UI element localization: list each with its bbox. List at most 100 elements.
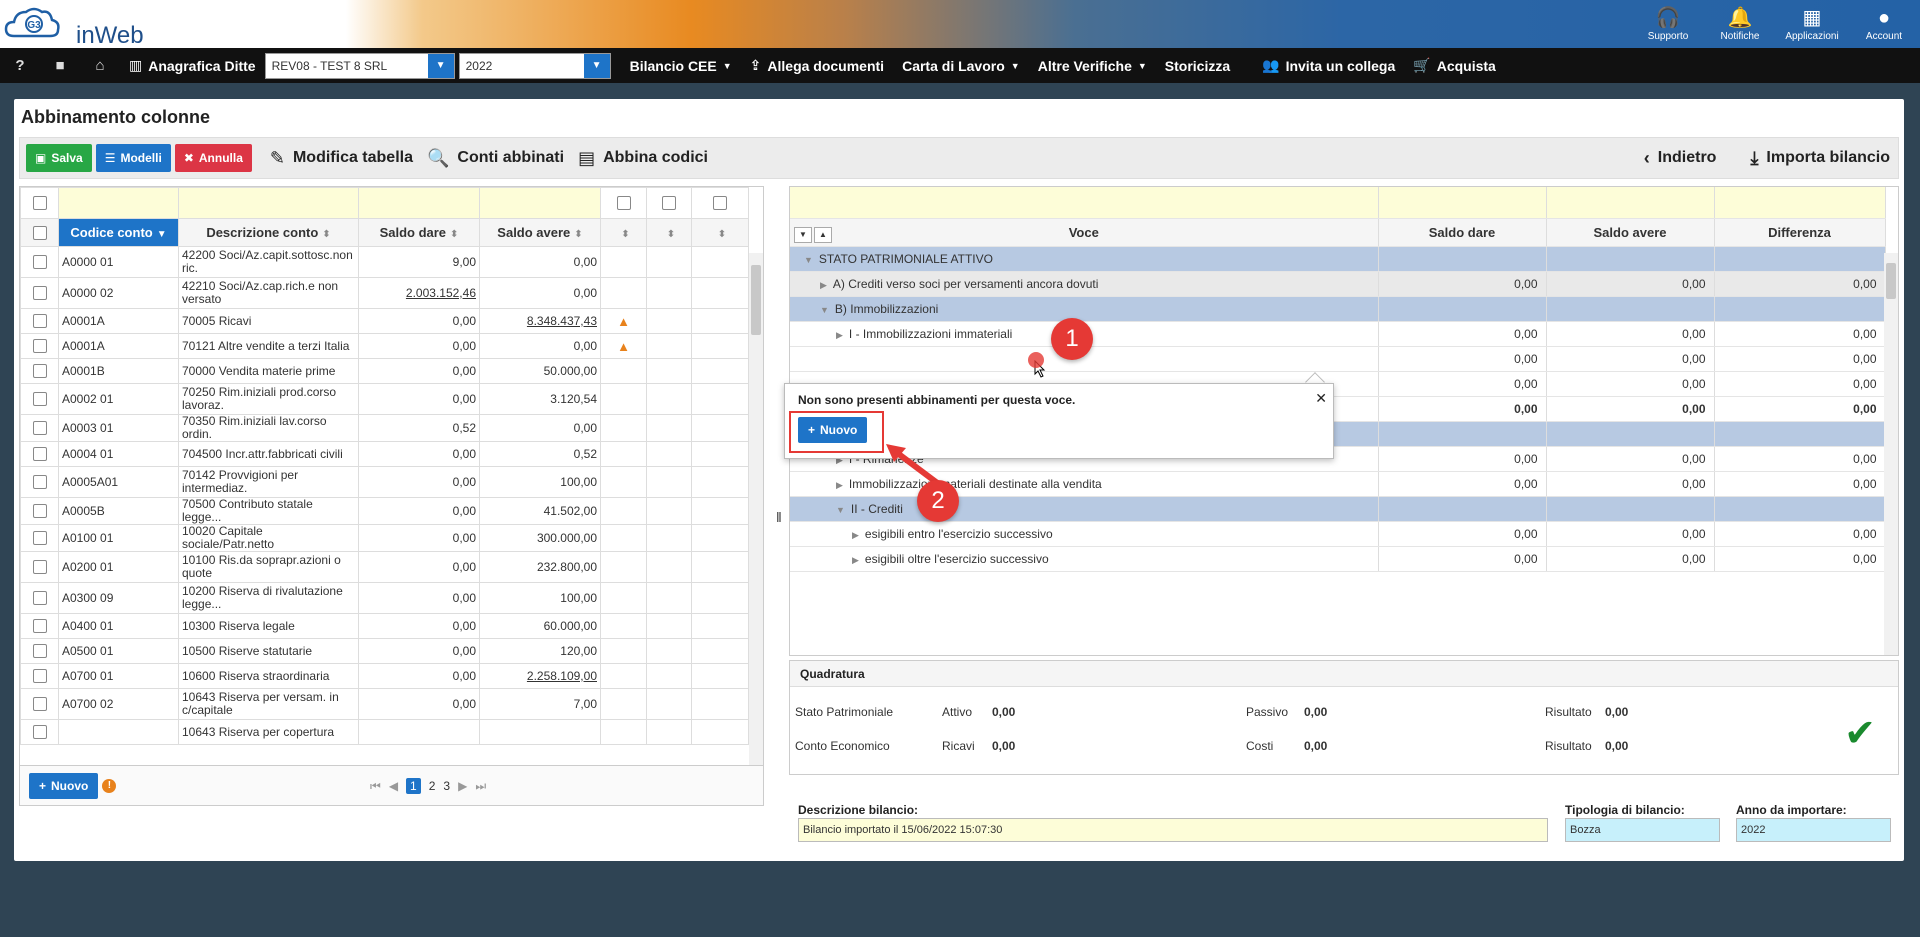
tree-row[interactable]: 0,00 0,00 0,00 bbox=[790, 346, 1886, 372]
left-scrollbar-thumb[interactable] bbox=[751, 265, 761, 335]
table-row[interactable]: A0001A 70005 Ricavi 0,00 8.348.437,43 ▲ bbox=[20, 308, 749, 334]
expand-all-button[interactable]: ▲ bbox=[814, 226, 832, 243]
filter-r-diff[interactable] bbox=[1714, 187, 1886, 219]
header-saldo-avere[interactable]: Saldo avere ⬍ bbox=[479, 218, 601, 247]
tree-row[interactable]: ▶ I - Immobilizzazioni immateriali 0,00 0,0… bbox=[790, 321, 1886, 347]
caret-right-icon[interactable]: ▶ bbox=[820, 280, 827, 290]
filter-voce[interactable] bbox=[790, 187, 1379, 219]
filter-code[interactable] bbox=[58, 187, 179, 219]
applications-button[interactable]: ▦ Applicazioni bbox=[1776, 0, 1848, 48]
table-row[interactable]: A0003 01 70350 Rim.iniziali lav.corso ord… bbox=[20, 414, 749, 442]
caret-right-icon[interactable]: ▶ bbox=[852, 555, 859, 565]
row-checkbox[interactable] bbox=[32, 531, 47, 546]
filter-checkbox[interactable] bbox=[32, 196, 47, 211]
acquista-link[interactable]: 🛒 Acquista bbox=[1404, 57, 1505, 74]
right-scrollbar[interactable] bbox=[1884, 253, 1898, 655]
row-checkbox[interactable] bbox=[32, 504, 47, 519]
filter-checkbox[interactable] bbox=[616, 196, 631, 211]
filter-checkbox[interactable] bbox=[662, 196, 676, 211]
caret-right-icon[interactable]: ▶ bbox=[836, 480, 843, 490]
anno-input[interactable]: 2022 bbox=[1736, 818, 1891, 842]
prev-page-icon[interactable]: ◀ bbox=[389, 779, 398, 793]
row-checkbox[interactable] bbox=[32, 364, 47, 379]
table-row[interactable]: A0004 01 704500 Incr.attr.fabbricati civi… bbox=[20, 441, 749, 467]
filter-desc[interactable] bbox=[178, 187, 359, 219]
matched-accounts-button[interactable]: 🔍 Conti abbinati bbox=[427, 148, 564, 169]
new-account-button[interactable]: + Nuovo bbox=[29, 772, 99, 799]
table-row[interactable]: A0002 01 70250 Rim.iniziali prod.corso la… bbox=[20, 383, 749, 415]
logo[interactable]: G3 inWeb bbox=[4, 4, 144, 49]
altre-verifiche-menu[interactable]: Altre Verifiche ▼ bbox=[1029, 58, 1156, 74]
filter-r-dare[interactable] bbox=[1378, 187, 1547, 219]
year-select[interactable]: 2022 ▼ bbox=[458, 52, 611, 79]
bilancio-cee-menu[interactable]: Bilancio CEE ▼ bbox=[621, 58, 741, 74]
row-checkbox[interactable] bbox=[32, 669, 47, 684]
table-row[interactable]: A0005B 70500 Contributo statale legge... 0… bbox=[20, 497, 749, 525]
tree-row[interactable]: ▶ esigibili entro l'esercizio successivo 0… bbox=[790, 521, 1886, 547]
row-checkbox[interactable] bbox=[32, 475, 47, 490]
row-checkbox[interactable] bbox=[32, 644, 47, 659]
row-checkbox[interactable] bbox=[32, 560, 47, 575]
home-icon[interactable]: ⌂ bbox=[80, 57, 120, 74]
table-row[interactable]: A0400 01 10300 Riserva legale 0,00 60.000,0… bbox=[20, 613, 749, 639]
last-page-icon[interactable]: ⏭ bbox=[475, 779, 486, 794]
warning-icon[interactable]: ▲ bbox=[617, 314, 630, 329]
row-checkbox[interactable] bbox=[32, 697, 47, 712]
back-button[interactable]: ‹ Indietro bbox=[1644, 148, 1717, 169]
page-3[interactable]: 3 bbox=[443, 779, 450, 793]
header-col6[interactable]: ⬍ bbox=[600, 218, 647, 247]
row-checkbox[interactable] bbox=[32, 725, 47, 740]
header-saldo-dare[interactable]: Saldo dare ⬍ bbox=[358, 218, 480, 247]
info-icon[interactable]: ! bbox=[102, 778, 117, 793]
first-page-icon[interactable]: ⏮ bbox=[370, 779, 381, 794]
save-button[interactable]: ▣ Salva bbox=[26, 144, 92, 172]
row-checkbox[interactable] bbox=[32, 286, 47, 301]
caret-down-icon[interactable]: ▼ bbox=[836, 505, 845, 515]
popover-new-button[interactable]: + Nuovo bbox=[798, 417, 868, 443]
caret-right-icon[interactable]: ▶ bbox=[836, 330, 843, 340]
row-checkbox[interactable] bbox=[32, 339, 47, 354]
account-button[interactable]: ● Account bbox=[1848, 0, 1920, 48]
support-button[interactable]: 🎧 Supporto bbox=[1632, 0, 1704, 48]
select-all-checkbox[interactable] bbox=[32, 226, 47, 241]
table-row[interactable]: A0100 01 10020 Capitale sociale/Patr.nett… bbox=[20, 524, 749, 552]
page-2[interactable]: 2 bbox=[429, 779, 436, 793]
cancel-button[interactable]: ✖ Annulla bbox=[174, 144, 252, 172]
tree-row[interactable]: ▼ B) Immobilizzazioni bbox=[790, 296, 1886, 322]
row-checkbox[interactable] bbox=[32, 314, 47, 329]
tree-row[interactable]: ▶ A) Crediti verso soci per versamenti an… bbox=[790, 271, 1886, 297]
carta-di-lavoro-menu[interactable]: Carta di Lavoro ▼ bbox=[893, 58, 1029, 74]
table-row[interactable]: A0005A01 70142 Provvigioni per intermedia… bbox=[20, 466, 749, 498]
desc-input[interactable]: Bilancio importato il 15/06/2022 15:07:3… bbox=[798, 818, 1548, 842]
models-button[interactable]: ☰ Modelli bbox=[95, 144, 171, 172]
table-row[interactable]: A0700 02 10643 Riserva per versam. in c/c… bbox=[20, 688, 749, 720]
row-checkbox[interactable] bbox=[32, 591, 47, 606]
row-checkbox[interactable] bbox=[32, 447, 47, 462]
table-row[interactable]: 10643 Riserva per copertura bbox=[20, 719, 749, 745]
close-icon[interactable]: ✕ bbox=[1315, 390, 1327, 407]
table-row[interactable]: A0001B 70000 Vendita materie prime 0,00 50.… bbox=[20, 358, 749, 384]
notifications-button[interactable]: 🔔 Notifiche bbox=[1704, 0, 1776, 48]
header-col8[interactable]: ⬍ bbox=[691, 218, 749, 247]
table-row[interactable]: A0001A 70121 Altre vendite a terzi Italia… bbox=[20, 333, 749, 359]
page-1[interactable]: 1 bbox=[406, 778, 421, 794]
tree-row[interactable]: ▼ STATO PATRIMONIALE ATTIVO bbox=[790, 246, 1886, 272]
right-scrollbar-thumb[interactable] bbox=[1886, 263, 1896, 299]
table-row[interactable]: A0200 01 10100 Ris.da soprapr.azioni o qu… bbox=[20, 551, 749, 583]
filter-checkbox[interactable] bbox=[713, 196, 727, 211]
caret-right-icon[interactable]: ▶ bbox=[852, 530, 859, 540]
filter-avere[interactable] bbox=[479, 187, 601, 219]
row-checkbox[interactable] bbox=[32, 392, 47, 407]
header-descrizione-conto[interactable]: Descrizione conto ⬍ bbox=[178, 218, 359, 247]
chevron-down-icon[interactable]: ▼ bbox=[583, 53, 610, 78]
import-balance-button[interactable]: ⤓ Importa bilancio bbox=[1750, 148, 1890, 169]
storicizza-link[interactable]: Storicizza bbox=[1156, 58, 1239, 74]
table-row[interactable]: A0000 02 42210 Soci/Az.cap.rich.e non ver… bbox=[20, 277, 749, 309]
splitter-handle[interactable]: ‖ bbox=[776, 509, 782, 525]
row-checkbox[interactable] bbox=[32, 255, 47, 270]
edit-table-button[interactable]: ✎ Modifica tabella bbox=[270, 148, 413, 169]
caret-down-icon[interactable]: ▼ bbox=[804, 255, 813, 265]
header-codice-conto[interactable]: Codice conto ▼ bbox=[58, 218, 179, 247]
collapse-all-button[interactable]: ▼ bbox=[794, 226, 812, 243]
table-row[interactable]: A0700 01 10600 Riserva straordinaria 0,00 2… bbox=[20, 663, 749, 689]
